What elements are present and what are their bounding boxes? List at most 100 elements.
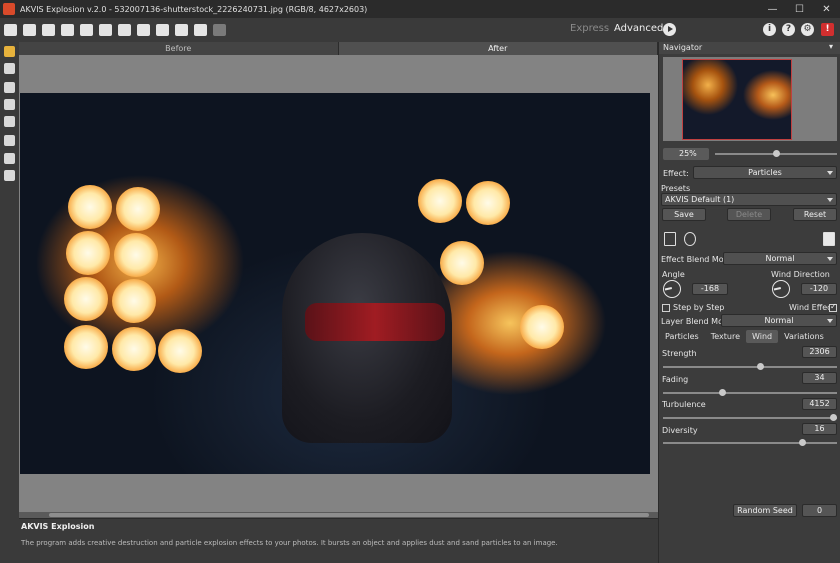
undo-button[interactable]	[191, 21, 209, 39]
strength-value[interactable]: 2306	[802, 346, 837, 358]
edit-button-1[interactable]	[134, 21, 152, 39]
result-image[interactable]	[20, 93, 650, 474]
layer-blend-value: Normal	[764, 316, 794, 325]
diversity-value[interactable]: 16	[802, 423, 837, 435]
share-button[interactable]	[77, 21, 95, 39]
export-button[interactable]	[39, 21, 57, 39]
tab-particles[interactable]: Particles	[659, 330, 705, 343]
arrow-right-icon	[212, 24, 226, 36]
scrollbar-thumb[interactable]	[49, 513, 649, 517]
diversity-slider[interactable]	[663, 442, 837, 444]
direction-icon	[4, 135, 15, 146]
akvis-logo-icon[interactable]: !	[821, 23, 834, 36]
eraser-tool[interactable]	[3, 98, 16, 111]
effect-value: Particles	[748, 168, 782, 177]
tab-after[interactable]: After	[338, 42, 658, 55]
main-toolbar	[0, 18, 840, 42]
tab-texture[interactable]: Texture	[705, 330, 746, 343]
export-icon	[41, 24, 55, 36]
turbulence-value[interactable]: 4152	[802, 398, 837, 410]
random-seed-button[interactable]: Random Seed	[733, 504, 797, 517]
angle-dial[interactable]	[663, 280, 681, 298]
layer-blend-dropdown[interactable]: Normal	[721, 314, 837, 327]
hand-tool[interactable]	[3, 152, 16, 165]
light-bulb	[466, 181, 510, 225]
document-check-icon[interactable]	[664, 232, 676, 246]
wind-direction-value[interactable]: -120	[801, 283, 837, 295]
save-image-button[interactable]	[20, 21, 38, 39]
save-preset-button[interactable]: Save	[662, 208, 706, 221]
window-title: AKVIS Explosion v.2.0 - 532007136-shutte…	[20, 4, 368, 14]
chevron-down-icon	[827, 171, 833, 175]
explosion-brush-tool[interactable]	[3, 45, 16, 58]
selection-tool[interactable]	[3, 62, 16, 75]
fading-value[interactable]: 34	[802, 372, 837, 384]
burst-icon[interactable]	[823, 232, 835, 246]
reset-preset-button[interactable]: Reset	[793, 208, 837, 221]
effect-blend-value: Normal	[765, 254, 795, 263]
delete-preset-button[interactable]: Delete	[727, 208, 771, 221]
zoom-icon	[4, 170, 15, 181]
zoom-tool[interactable]	[3, 169, 16, 182]
tab-before[interactable]: Before	[19, 42, 339, 55]
fading-slider-knob[interactable]	[718, 389, 726, 396]
help-icon[interactable]: ?	[782, 23, 795, 36]
presets-dropdown[interactable]: AKVIS Default (1)	[661, 193, 837, 206]
wind-direction-dial[interactable]	[772, 280, 790, 298]
maximize-icon[interactable]: ☐	[786, 0, 813, 18]
batch-button[interactable]	[96, 21, 114, 39]
gear-icon[interactable]: ⚙	[801, 23, 814, 36]
transform-icon	[4, 116, 15, 127]
edit-button-2[interactable]	[153, 21, 171, 39]
batch-icon	[98, 24, 112, 36]
light-bulb	[418, 179, 462, 223]
navigator-thumbnail[interactable]	[682, 59, 792, 140]
pattern-icon[interactable]	[684, 232, 696, 246]
step-by-step-checkbox[interactable]	[662, 304, 670, 312]
strength-slider-knob[interactable]	[756, 363, 764, 370]
random-seed-value[interactable]: 0	[802, 504, 837, 517]
wind-effect-checkbox[interactable]	[829, 302, 837, 312]
light-bulb	[158, 329, 202, 373]
turbulence-slider-knob[interactable]	[830, 414, 838, 421]
light-bulb	[112, 279, 156, 323]
effect-dropdown[interactable]: Particles	[693, 166, 837, 179]
close-icon[interactable]: ✕	[813, 0, 840, 18]
direction-tool[interactable]	[3, 134, 16, 147]
chevron-down-icon	[827, 319, 833, 323]
fading-slider[interactable]	[663, 392, 837, 394]
edit-brush-icon	[174, 24, 188, 36]
print-button[interactable]	[58, 21, 76, 39]
run-processing-button[interactable]	[663, 23, 676, 36]
panel-collapse-icon[interactable]: ▾	[829, 42, 833, 51]
edit-button-3[interactable]	[172, 21, 190, 39]
step-by-step-label: Step by Step	[673, 303, 725, 312]
open-image-button[interactable]	[1, 21, 19, 39]
tab-wind[interactable]: Wind	[746, 330, 779, 343]
minimize-icon[interactable]: —	[759, 0, 786, 18]
pencil-tool[interactable]	[3, 81, 16, 94]
tab-variations[interactable]: Variations	[778, 330, 830, 343]
redo-button[interactable]	[210, 21, 228, 39]
zoom-slider-knob[interactable]	[772, 150, 780, 157]
arrow-left-icon	[193, 24, 207, 36]
light-bulb	[114, 233, 158, 277]
strength-slider[interactable]	[663, 366, 837, 368]
layers-button[interactable]	[115, 21, 133, 39]
zoom-select[interactable]: 25%	[663, 148, 709, 160]
turbulence-slider[interactable]	[663, 417, 837, 419]
tool-sidebar	[0, 42, 19, 563]
settings-subtabs: Particles Texture Wind Variations	[659, 330, 840, 343]
info-icon[interactable]: i	[763, 23, 776, 36]
effect-blend-dropdown[interactable]: Normal	[723, 252, 837, 265]
presets-value: AKVIS Default (1)	[665, 195, 735, 204]
angle-value[interactable]: -168	[692, 283, 728, 295]
transform-tool[interactable]	[3, 115, 16, 128]
mode-advanced[interactable]: Advanced	[614, 23, 663, 34]
info-description: The program adds creative destruction an…	[21, 539, 558, 547]
edit-icon	[136, 24, 150, 36]
brush-icon	[4, 46, 15, 57]
mode-express[interactable]: Express	[570, 23, 609, 34]
diversity-slider-knob[interactable]	[798, 439, 806, 446]
chevron-down-icon	[827, 257, 833, 261]
